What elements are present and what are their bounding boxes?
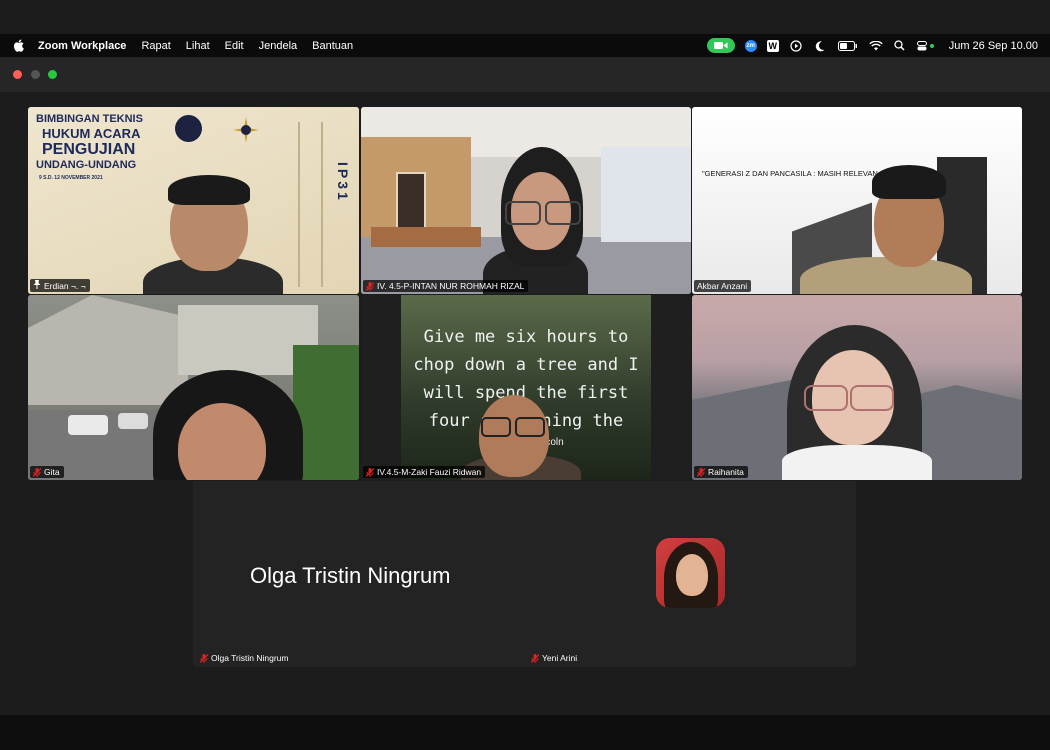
participant-name: Olga Tristin Ningrum [211,653,289,663]
pin-icon [33,280,41,291]
star-logo-icon [233,117,259,143]
mic-muted-icon [530,653,540,663]
wifi-icon[interactable] [869,39,883,53]
name-tag-zaki: IV.4.5-M-Zaki Fauzi Ridwan [363,466,486,478]
slide-line-1: BIMBINGAN TEKNIS [36,113,143,125]
glasses-icon [804,385,848,411]
participant-hair [168,175,250,205]
bottom-strip [0,715,1050,750]
name-tag-yeni: Yeni Arini [528,652,581,664]
zoom-window-button[interactable] [48,70,57,79]
name-tag-erdian: Erdian ¬. ¬ [30,279,90,292]
menu-rapat[interactable]: Rapat [141,40,170,52]
search-icon[interactable] [893,39,907,53]
participant-name: Erdian ¬. ¬ [44,280,86,291]
participant-hair [872,165,946,199]
name-tag-akbar: Akbar Anzani [694,280,752,292]
participant-name: Yeni Arini [542,653,578,663]
mic-muted-icon [365,467,375,477]
avatar-face [676,554,708,596]
menu-bantuan[interactable]: Bantuan [312,40,353,52]
video-tile-zaki[interactable]: Give me six hours to chop down a tree an… [361,295,691,480]
close-window-button[interactable] [13,70,22,79]
zoom-status-icon[interactable]: zm [744,39,757,52]
glasses-icon [481,417,511,437]
slide-divider [321,122,323,287]
slide-code: IP31 [335,162,351,203]
glasses-icon [505,201,541,225]
car [68,415,108,435]
participant-name: IV. 4.5-P-INTAN NUR ROHMAH RIZAL [377,281,525,291]
participant-name: Raihanita [708,467,744,477]
glasses-icon [545,201,581,225]
glasses-icon [515,417,545,437]
emblem-logo-icon [175,115,202,142]
slide-line-2: HUKUM ACARA [42,126,141,141]
menu-jendela[interactable]: Jendela [259,40,298,52]
bottom-tiles-panel: Olga Tristin Ningrum Olga Tristin Ningru… [193,481,856,667]
mic-muted-icon [365,281,375,291]
menu-lihat[interactable]: Lihat [186,40,210,52]
video-tile-intan[interactable]: IV. 4.5-P-INTAN NUR ROHMAH RIZAL [361,107,691,294]
window-title-bar [0,57,1050,92]
video-tile-erdian[interactable]: BIMBINGAN TEKNIS HUKUM ACARA PENGUJIAN U… [28,107,359,294]
menu-edit[interactable]: Edit [225,40,244,52]
mic-muted-icon [32,467,42,477]
slide-divider [298,122,300,287]
olga-big-name: Olga Tristin Ningrum [250,563,451,588]
apple-icon[interactable] [12,39,26,52]
participant-shoulders [800,257,972,294]
video-tile-gita[interactable]: Gita [28,295,359,480]
participant-name: IV.4.5-M-Zaki Fauzi Ridwan [377,467,482,477]
slide-date: 9 S.D. 12 NOVEMBER 2021 [39,175,103,181]
akbar-banner-text: "GENERASI Z DAN PANCASILA : MASIH RELEVA… [702,169,887,178]
participant-name: Gita [44,467,60,477]
name-tag-olga: Olga Tristin Ningrum [197,652,292,664]
room-table [371,227,481,247]
menu-clock[interactable]: Jum 26 Sep 10.00 [949,40,1038,52]
menu-bar: Zoom Workplace Rapat Lihat Edit Jendela … [0,34,1050,57]
mic-muted-icon [199,653,209,663]
video-tile-akbar[interactable]: "GENERASI Z DAN PANCASILA : MASIH RELEVA… [692,107,1022,294]
mic-muted-icon [696,467,706,477]
car [118,413,148,429]
control-center-icon[interactable] [916,39,935,53]
camera-in-use-icon[interactable] [706,38,735,53]
video-tile-raihanita[interactable]: Raihanita [692,295,1022,480]
room-window [601,147,691,242]
participant-shirt [782,445,932,480]
participant-name: Akbar Anzani [697,281,748,291]
minimize-window-button[interactable] [31,70,40,79]
moon-icon[interactable] [813,39,827,53]
room-door [396,172,426,234]
play-circle-icon[interactable] [789,39,803,53]
slide-line-3: PENGUJIAN [42,141,136,158]
name-tag-gita: Gita [30,466,64,478]
battery-icon[interactable] [837,39,859,53]
glasses-icon [850,385,894,411]
menu-app-name[interactable]: Zoom Workplace [38,40,126,52]
yeni-profile-picture [656,538,725,608]
name-tag-intan: IV. 4.5-P-INTAN NUR ROHMAH RIZAL [363,280,529,292]
name-tag-raihanita: Raihanita [694,466,748,478]
slide-line-4: UNDANG-UNDANG [36,159,137,171]
w-app-icon[interactable]: W [766,39,779,52]
